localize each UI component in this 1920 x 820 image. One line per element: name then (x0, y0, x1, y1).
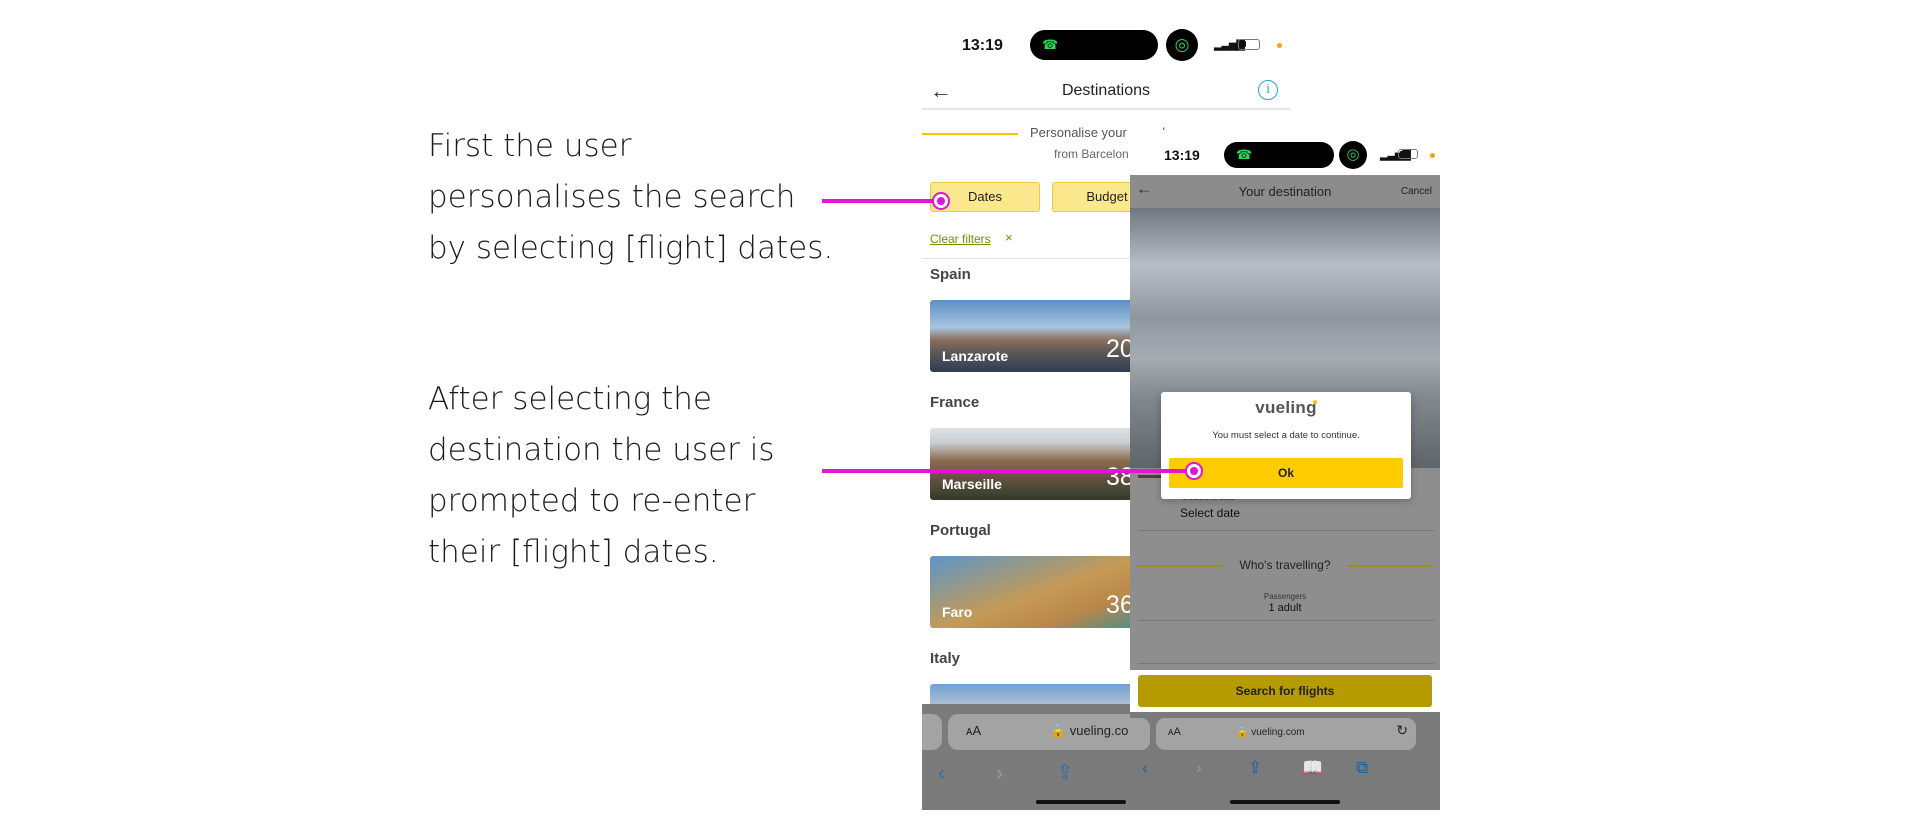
annotation-pointer-dot (934, 194, 948, 208)
browser-toolbar: ᴀA 🔒 vueling.com ↻ ‹ › ⇪ 📖 ⧉ (1130, 712, 1440, 810)
phone-call-icon: ☎ (1042, 37, 1059, 52)
destination-name: Faro (942, 604, 973, 620)
search-flights-button[interactable]: Search for flights (1138, 675, 1432, 707)
battery-icon (1238, 39, 1260, 50)
privacy-dot-icon (1277, 43, 1282, 48)
country-heading-spain: Spain (930, 266, 971, 283)
browser-forward-icon[interactable]: › (1196, 758, 1202, 778)
status-time: 13:19 (962, 37, 1003, 54)
cancel-button[interactable]: Cancel (1401, 186, 1432, 197)
vueling-logo: vueling (1255, 398, 1317, 417)
share-icon[interactable]: ⇪ (1248, 758, 1262, 778)
clear-filters-link[interactable]: Clear filters (930, 232, 991, 246)
status-bar: 13:19 ☎ ◎ ▂▃▅▇ (922, 20, 1290, 68)
ok-button[interactable]: Ok (1169, 458, 1403, 488)
country-heading-italy: Italy (930, 650, 961, 667)
divider (1138, 620, 1434, 621)
share-icon[interactable]: ⇪ (1056, 760, 1074, 785)
browser-forward-icon[interactable]: › (996, 762, 1003, 786)
origin-text: from Barcelon (1054, 147, 1129, 161)
address-bar[interactable]: ᴀA 🔒 vueling.com ↻ (1156, 718, 1416, 750)
bookmarks-icon[interactable]: 📖 (1302, 758, 1323, 778)
nav-bar: ← Your destination Cancel (1130, 175, 1440, 208)
page-title: Your destination (1238, 184, 1332, 199)
annotation-first: First the user personalises the search b… (428, 128, 834, 266)
section-divider-right (1348, 565, 1432, 567)
destination-name: Lanzarote (942, 348, 1009, 364)
destination-name: Marseille (942, 476, 1002, 492)
annotation-pointer-dot (1187, 464, 1201, 478)
privacy-dot-icon (1430, 153, 1435, 158)
status-time: 13:19 (1164, 147, 1200, 163)
dynamic-island: ☎ (1030, 30, 1158, 60)
home-indicator (1230, 800, 1340, 804)
screen-record-icon: ◎ (1166, 29, 1198, 61)
screen-record-icon: ◎ (1339, 141, 1367, 169)
clear-filters-x-icon[interactable]: × (1005, 230, 1013, 245)
url-text: 🔒 vueling.com (1236, 727, 1305, 738)
home-indicator (1036, 800, 1126, 804)
nav-bar: ← Destinations i (922, 78, 1290, 110)
logo-dot-icon (1313, 400, 1317, 404)
stage: First the user personalises the search b… (0, 0, 1920, 820)
dynamic-island: ☎ (1224, 142, 1334, 168)
divider (1138, 530, 1434, 531)
divider (1138, 663, 1434, 664)
page-title: Destinations (1061, 82, 1151, 99)
browser-back-icon[interactable]: ‹ (938, 762, 945, 786)
reader-aa-icon[interactable]: ᴀA (966, 723, 981, 738)
modal-message: You must select a date to continue. (1212, 430, 1360, 441)
annotation-pointer-line (822, 469, 1194, 473)
date-required-modal: vueling You must select a date to contin… (1161, 392, 1411, 499)
passengers-label: Passengers (1263, 592, 1307, 601)
browser-back-icon[interactable]: ‹ (1142, 758, 1148, 778)
passengers-field[interactable]: 1 adult (1130, 602, 1440, 614)
personalise-divider (922, 133, 1018, 135)
reader-aa-icon[interactable]: ᴀA (1168, 726, 1181, 738)
battery-icon (1398, 149, 1418, 159)
annotation-pointer-line (822, 199, 940, 203)
phone-call-icon: ☎ (1236, 147, 1253, 162)
previous-tab-preview[interactable] (1130, 718, 1150, 750)
reload-icon[interactable]: ↻ (1396, 722, 1408, 739)
url-text: 🔒 vueling.co (1050, 723, 1129, 738)
country-heading-france: France (930, 394, 980, 411)
previous-tab-preview[interactable] (922, 714, 942, 750)
outbound-date-field[interactable]: Select date (1180, 506, 1240, 520)
tabs-icon[interactable]: ⧉ (1356, 758, 1368, 778)
info-icon[interactable]: i (1258, 80, 1278, 100)
country-heading-portugal: Portugal (930, 522, 991, 539)
annotation-second: After selecting the destination the user… (428, 381, 775, 570)
